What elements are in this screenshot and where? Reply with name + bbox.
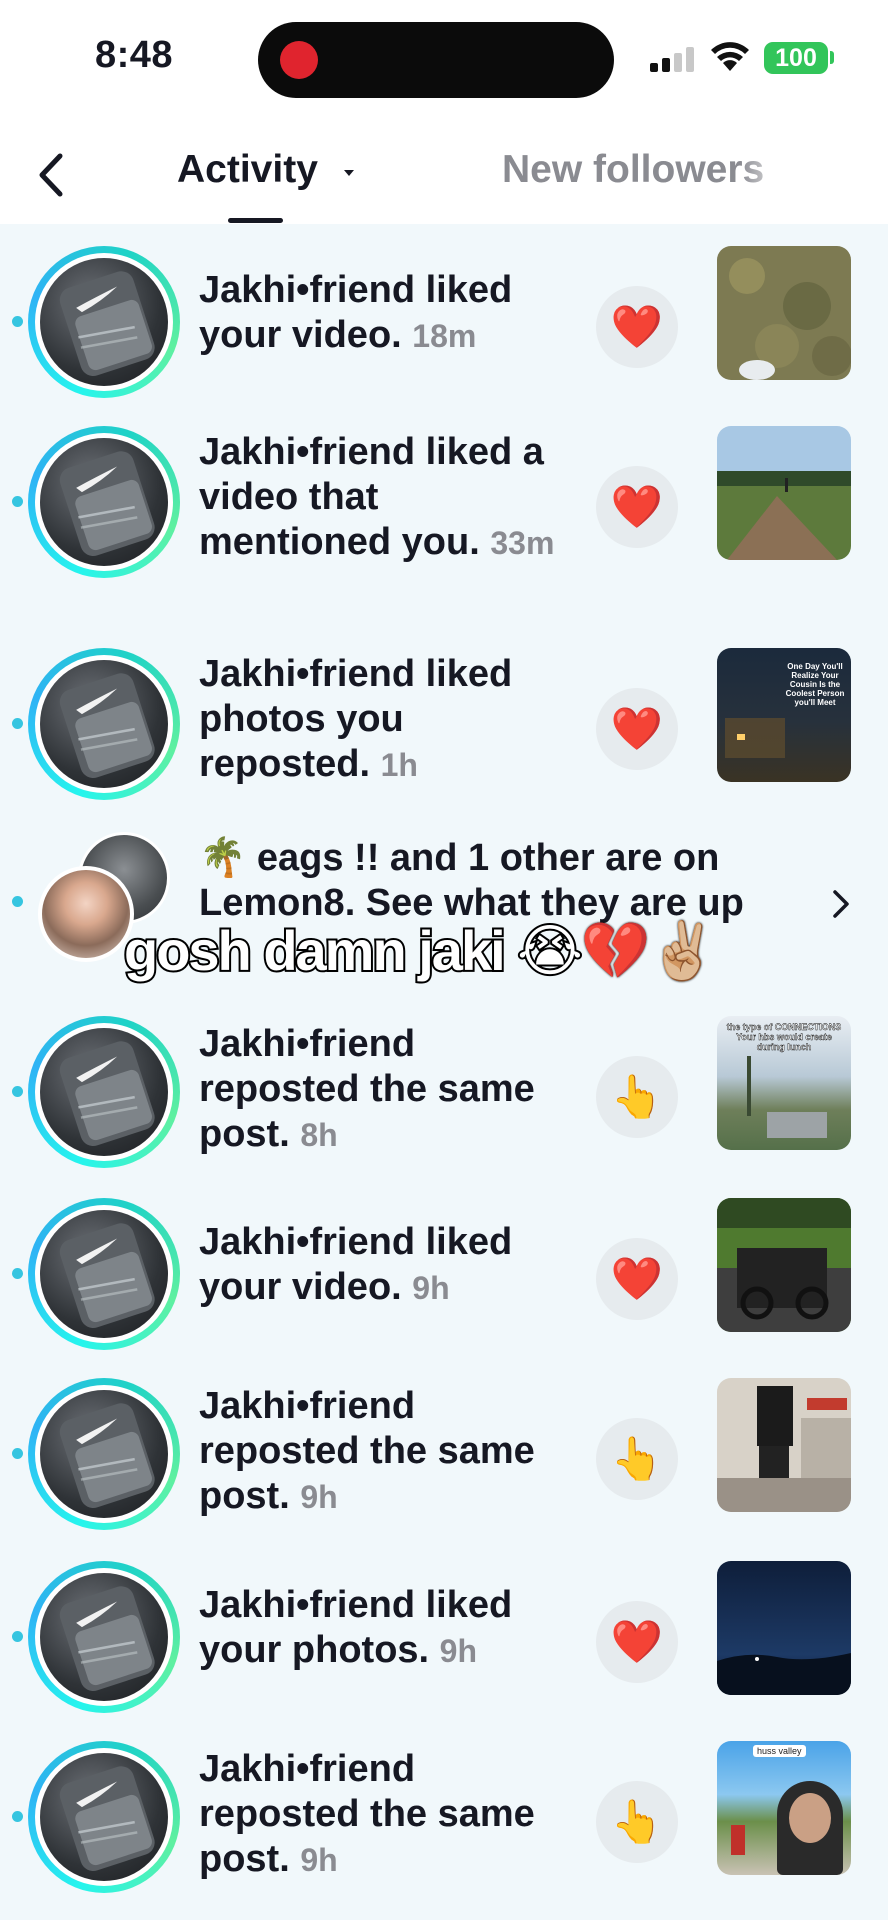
pointing-hand-icon[interactable]: 👆 bbox=[596, 1781, 678, 1863]
heart-icon[interactable]: ❤️ bbox=[596, 688, 678, 770]
avatar[interactable] bbox=[28, 648, 180, 800]
unread-dot bbox=[12, 1268, 23, 1279]
post-thumbnail[interactable] bbox=[717, 246, 851, 380]
tab-new-followers[interactable]: New followers bbox=[502, 148, 792, 192]
heart-icon[interactable]: ❤️ bbox=[596, 466, 678, 548]
status-bar: 8:48 100 bbox=[0, 0, 888, 110]
activity-row[interactable]: Jakhi•friend reposted the same post. 8h 👆… bbox=[0, 1010, 888, 1180]
activity-message: reposted the same post. bbox=[199, 1430, 535, 1517]
thumb-caption: the type of CONNECTIONS Your hbs would c… bbox=[726, 1022, 842, 1052]
timestamp: 9h bbox=[412, 1270, 450, 1306]
heart-icon[interactable]: ❤️ bbox=[596, 1601, 678, 1683]
timestamp: 9h bbox=[300, 1479, 338, 1515]
avatar[interactable] bbox=[28, 426, 180, 578]
username[interactable]: Jakhi•friend bbox=[199, 1385, 415, 1427]
username[interactable]: Jakhi•friend bbox=[199, 1023, 415, 1065]
activity-text: Jakhi•friend reposted the same post. 9h bbox=[199, 1747, 569, 1883]
username[interactable]: Jakhi•friend bbox=[199, 1221, 415, 1263]
clock: 8:48 bbox=[95, 34, 174, 76]
avatar[interactable] bbox=[28, 246, 180, 398]
timestamp: 8h bbox=[300, 1117, 338, 1153]
post-thumbnail[interactable]: One Day You'll Realize Your Cousin Is th… bbox=[717, 648, 851, 782]
recording-indicator-icon bbox=[280, 41, 318, 79]
post-thumbnail[interactable]: huss valley bbox=[717, 1741, 851, 1875]
battery-cap bbox=[830, 51, 834, 64]
avatar[interactable] bbox=[28, 1016, 180, 1168]
activity-row[interactable]: Jakhi•friend liked photos you reposted. … bbox=[0, 642, 888, 812]
lemon8-text: 🌴 eags !! and 1 other are on Lemon8. See… bbox=[199, 837, 744, 924]
activity-text: Jakhi•friend reposted the same post. 8h bbox=[199, 1022, 569, 1158]
avatar bbox=[38, 866, 134, 962]
timestamp: 18m bbox=[412, 318, 477, 354]
unread-dot bbox=[12, 496, 23, 507]
username[interactable]: Jakhi•friend bbox=[199, 269, 415, 311]
activity-text: Jakhi•friend liked a video that mentione… bbox=[199, 430, 569, 566]
dynamic-island bbox=[258, 22, 614, 98]
activity-text: Jakhi•friend reposted the same post. 9h bbox=[199, 1384, 569, 1520]
timestamp: 33m bbox=[490, 525, 555, 561]
username[interactable]: Jakhi•friend bbox=[199, 1584, 415, 1626]
heart-icon[interactable]: ❤️ bbox=[596, 1238, 678, 1320]
post-thumbnail[interactable]: the type of CONNECTIONS Your hbs would c… bbox=[717, 1016, 851, 1150]
tab-activity[interactable]: Activity bbox=[177, 148, 318, 192]
header: Activity New followers bbox=[0, 110, 888, 224]
unread-dot bbox=[12, 1086, 23, 1097]
chevron-right-icon[interactable] bbox=[829, 886, 853, 922]
activity-text: Jakhi•friend liked your photos. 9h bbox=[199, 1583, 569, 1674]
unread-dot bbox=[12, 1631, 23, 1642]
timestamp: 9h bbox=[439, 1633, 478, 1669]
avatar[interactable] bbox=[28, 1198, 180, 1350]
caret-down-icon[interactable] bbox=[344, 170, 354, 176]
post-thumbnail[interactable] bbox=[717, 1198, 851, 1332]
wifi-icon bbox=[711, 42, 749, 71]
activity-message: reposted the same post. bbox=[199, 1793, 535, 1880]
activity-row[interactable]: Jakhi•friend liked your photos. 9h ❤️ bbox=[0, 1555, 888, 1725]
username[interactable]: Jakhi•friend bbox=[199, 653, 415, 695]
thumb-caption: huss valley bbox=[753, 1745, 806, 1757]
activity-row[interactable]: Jakhi•friend liked your video. 9h ❤️ bbox=[0, 1192, 888, 1362]
post-thumbnail[interactable] bbox=[717, 1378, 851, 1512]
activity-text: Jakhi•friend liked your video. 18m bbox=[199, 268, 569, 359]
video-overlay-caption: gosh damn jaki 😭💔✌🏼 bbox=[122, 917, 720, 984]
username[interactable]: Jakhi•friend bbox=[199, 1748, 415, 1790]
activity-text: Jakhi•friend liked photos you reposted. … bbox=[199, 652, 569, 788]
tab-active-indicator bbox=[228, 218, 283, 223]
timestamp: 9h bbox=[300, 1842, 338, 1878]
activity-row[interactable]: Jakhi•friend reposted the same post. 9h 👆… bbox=[0, 1735, 888, 1905]
cellular-signal-icon bbox=[650, 46, 696, 72]
back-arrow-icon[interactable] bbox=[30, 148, 74, 202]
activity-text: Jakhi•friend liked your video. 9h bbox=[199, 1220, 569, 1311]
unread-dot bbox=[12, 316, 23, 327]
unread-dot bbox=[12, 1448, 23, 1459]
activity-row[interactable]: Jakhi•friend liked a video that mentione… bbox=[0, 420, 888, 590]
activity-message: reposted the same post. bbox=[199, 1068, 535, 1155]
activity-row[interactable]: Jakhi•friend liked your video. 18m ❤️ bbox=[0, 240, 888, 410]
thumb-caption: One Day You'll Realize Your Cousin Is th… bbox=[785, 662, 845, 707]
username[interactable]: Jakhi•friend bbox=[199, 431, 415, 473]
unread-dot bbox=[12, 896, 23, 907]
unread-dot bbox=[12, 718, 23, 729]
avatar[interactable] bbox=[28, 1741, 180, 1893]
avatar[interactable] bbox=[28, 1378, 180, 1530]
pointing-hand-icon[interactable]: 👆 bbox=[596, 1056, 678, 1138]
post-thumbnail[interactable] bbox=[717, 426, 851, 560]
unread-dot bbox=[12, 1811, 23, 1822]
heart-icon[interactable]: ❤️ bbox=[596, 286, 678, 368]
timestamp: 1h bbox=[380, 747, 418, 783]
battery-icon: 100 bbox=[764, 42, 828, 74]
activity-row[interactable]: Jakhi•friend reposted the same post. 9h 👆 bbox=[0, 1372, 888, 1542]
post-thumbnail[interactable] bbox=[717, 1561, 851, 1695]
pointing-hand-icon[interactable]: 👆 bbox=[596, 1418, 678, 1500]
avatar[interactable] bbox=[28, 1561, 180, 1713]
